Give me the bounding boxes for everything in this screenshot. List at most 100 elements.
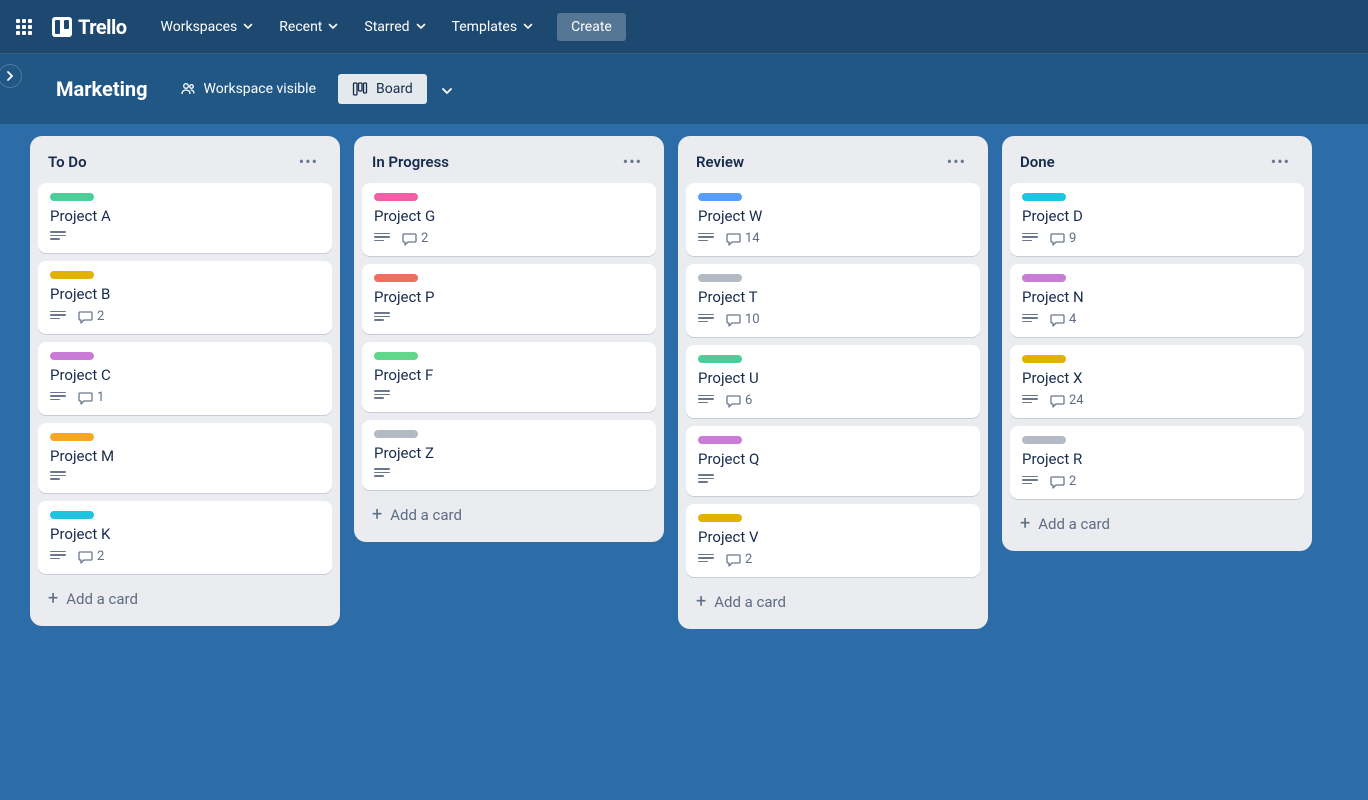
nav-item-starred[interactable]: Starred — [352, 13, 437, 41]
card-badges: 2 — [698, 552, 968, 567]
list-menu-button[interactable]: ••• — [295, 150, 322, 173]
comment-icon — [402, 232, 417, 246]
description-badge — [50, 311, 66, 323]
visibility-button[interactable]: Workspace visible — [170, 75, 326, 103]
nav-item-templates[interactable]: Templates — [440, 13, 546, 41]
card-badges: 1 — [50, 390, 320, 405]
description-icon — [374, 468, 390, 480]
card-label[interactable] — [698, 436, 742, 444]
comments-badge: 2 — [78, 309, 104, 324]
chevron-down-icon — [441, 87, 453, 95]
card-label[interactable] — [374, 430, 418, 438]
card-label[interactable] — [698, 274, 742, 282]
create-button[interactable]: Create — [557, 13, 626, 41]
add-card-button[interactable]: +Add a card — [1010, 507, 1304, 541]
comments-count: 2 — [421, 231, 428, 246]
card-label[interactable] — [1022, 436, 1066, 444]
card-label[interactable] — [374, 193, 418, 201]
trello-logo[interactable]: Trello — [44, 11, 135, 43]
card-title: Project G — [374, 207, 644, 225]
description-icon — [1022, 476, 1038, 488]
view-switcher-dropdown[interactable] — [433, 74, 461, 105]
nav-item-workspaces[interactable]: Workspaces — [149, 13, 266, 41]
card-label[interactable] — [374, 274, 418, 282]
card-badges: 14 — [698, 231, 968, 246]
add-card-button[interactable]: +Add a card — [362, 498, 656, 532]
card[interactable]: Project Z — [362, 420, 656, 490]
card[interactable]: Project K2 — [38, 501, 332, 574]
comment-icon — [1050, 313, 1065, 327]
list-title[interactable]: To Do — [48, 153, 87, 171]
board-canvas: To Do ••• Project A Project B 2 Project C1 Pro… — [0, 124, 1368, 800]
card-label[interactable] — [1022, 274, 1066, 282]
description-badge — [50, 551, 66, 563]
comment-icon — [1050, 394, 1065, 408]
card-badges: 9 — [1022, 231, 1292, 246]
card[interactable]: Project C1 — [38, 342, 332, 415]
card[interactable]: Project W14 — [686, 183, 980, 256]
comments-badge: 2 — [78, 549, 104, 564]
card[interactable]: Project U6 — [686, 345, 980, 418]
list-menu-button[interactable]: ••• — [943, 150, 970, 173]
board-view-button[interactable]: Board — [338, 74, 427, 104]
card-label[interactable] — [1022, 193, 1066, 201]
card-badges: 2 — [1022, 474, 1292, 489]
card-badges — [50, 471, 320, 483]
card-label[interactable] — [374, 352, 418, 360]
card[interactable]: Project Q — [686, 426, 980, 496]
card-badges — [374, 468, 644, 480]
description-icon — [1022, 233, 1038, 245]
card-title: Project B — [50, 285, 320, 303]
card-badges — [374, 390, 644, 402]
card[interactable]: Project P — [362, 264, 656, 334]
nav-item-label: Recent — [279, 19, 322, 35]
card[interactable]: Project B 2 — [38, 261, 332, 334]
card[interactable]: Project T10 — [686, 264, 980, 337]
card[interactable]: Project N4 — [1010, 264, 1304, 337]
card-label[interactable] — [50, 511, 94, 519]
comments-badge: 2 — [726, 552, 752, 567]
description-icon — [50, 551, 66, 563]
card-label[interactable] — [50, 271, 94, 279]
comments-count: 10 — [745, 312, 760, 327]
card[interactable]: Project R2 — [1010, 426, 1304, 499]
card-label[interactable] — [50, 433, 94, 441]
add-card-button[interactable]: +Add a card — [38, 582, 332, 616]
comments-count: 6 — [745, 393, 752, 408]
list-title[interactable]: Done — [1020, 153, 1055, 171]
list-title[interactable]: In Progress — [372, 153, 449, 171]
trello-logo-text: Trello — [78, 15, 127, 39]
card-label[interactable] — [1022, 355, 1066, 363]
comments-count: 2 — [745, 552, 752, 567]
card[interactable]: Project M — [38, 423, 332, 493]
card-title: Project F — [374, 366, 644, 384]
card[interactable]: Project D9 — [1010, 183, 1304, 256]
card-label[interactable] — [698, 514, 742, 522]
card[interactable]: Project G 2 — [362, 183, 656, 256]
nav-item-recent[interactable]: Recent — [267, 13, 350, 41]
description-icon — [50, 311, 66, 323]
description-badge — [50, 392, 66, 404]
list-menu-button[interactable]: ••• — [1267, 150, 1294, 173]
card-badges: 24 — [1022, 393, 1292, 408]
visibility-label: Workspace visible — [204, 81, 316, 97]
card[interactable]: Project V2 — [686, 504, 980, 577]
card-badges — [50, 231, 320, 243]
list: In Progress ••• Project G 2 Project P Project… — [354, 136, 664, 542]
card[interactable]: Project F — [362, 342, 656, 412]
board-title[interactable]: Marketing — [12, 77, 158, 101]
card-label[interactable] — [698, 193, 742, 201]
description-badge — [374, 233, 390, 245]
card-label[interactable] — [50, 193, 94, 201]
app-switcher-button[interactable] — [8, 11, 40, 43]
card-badges — [698, 474, 968, 486]
plus-icon: + — [1020, 515, 1030, 533]
list-title[interactable]: Review — [696, 153, 744, 171]
list-menu-button[interactable]: ••• — [619, 150, 646, 173]
card-label[interactable] — [698, 355, 742, 363]
card-label[interactable] — [50, 352, 94, 360]
card[interactable]: Project X24 — [1010, 345, 1304, 418]
comments-badge: 14 — [726, 231, 760, 246]
add-card-button[interactable]: +Add a card — [686, 585, 980, 619]
card[interactable]: Project A — [38, 183, 332, 253]
